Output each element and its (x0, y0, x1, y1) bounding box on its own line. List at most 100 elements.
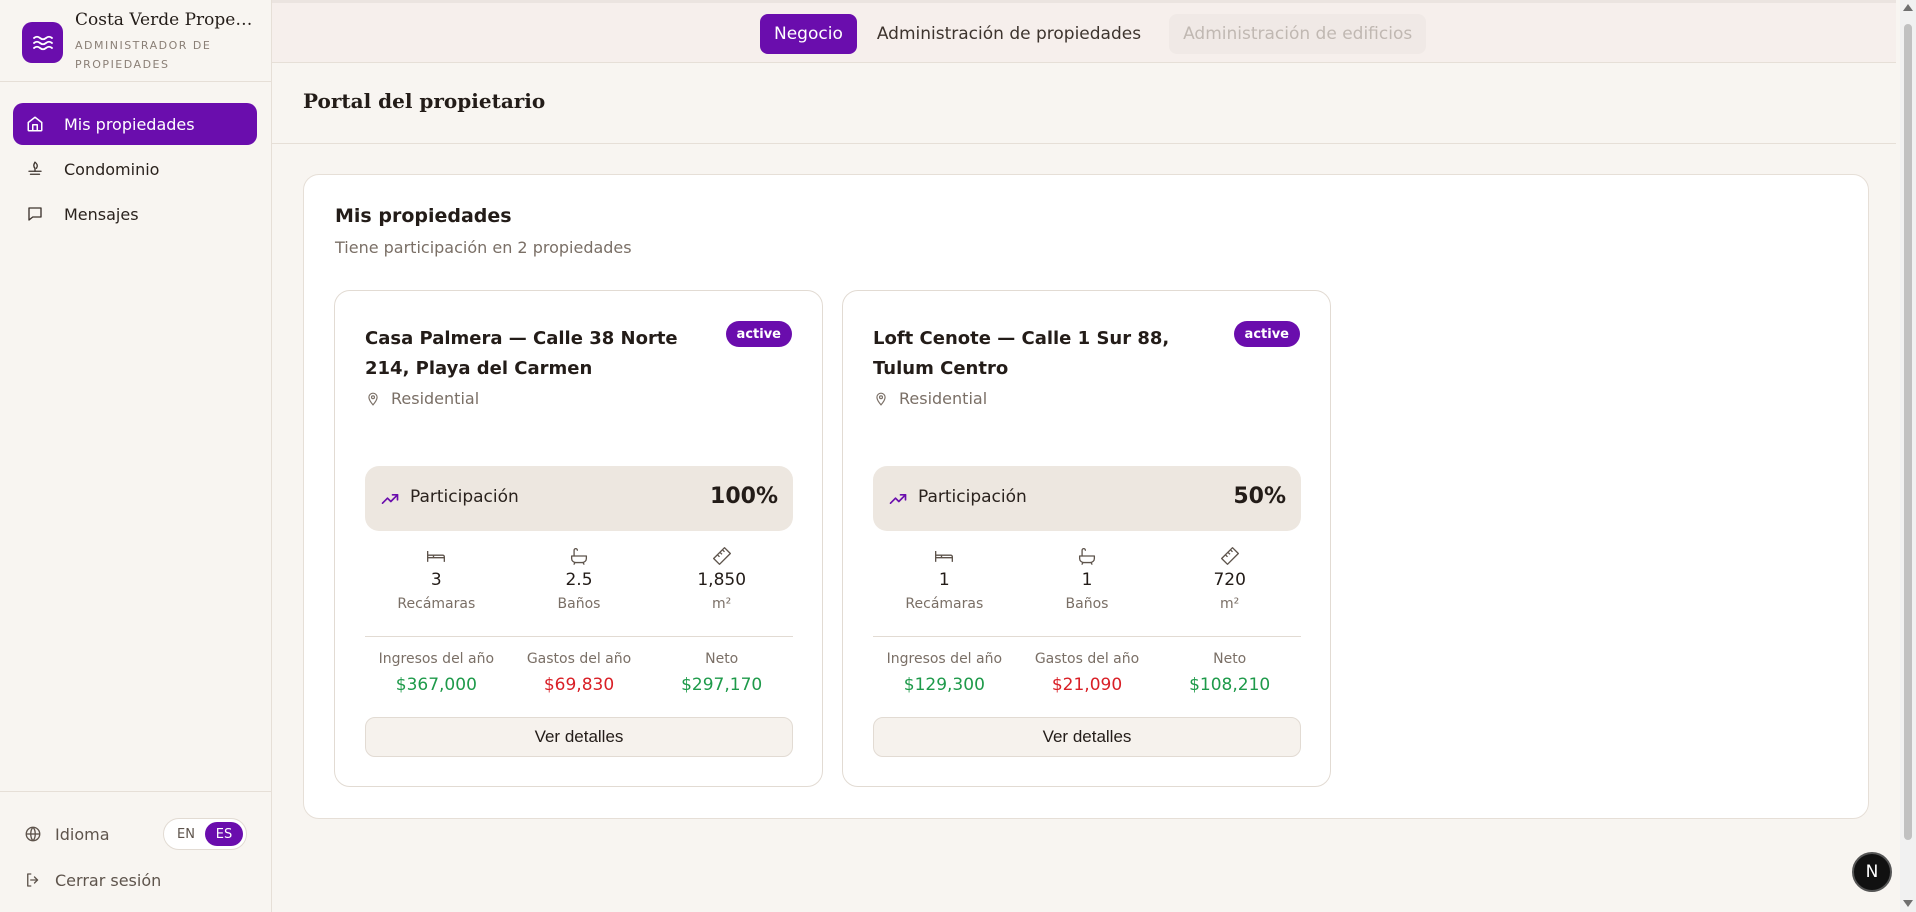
finance-expenses: Gastos del año $69,830 (508, 651, 651, 695)
tab-negocio[interactable]: Negocio (760, 14, 857, 54)
properties-panel: Mis propiedades Tiene participación en 2… (303, 174, 1869, 819)
sidebar-item-mensajes[interactable]: Mensajes (13, 193, 257, 235)
stat-bathrooms: 1 Baños (1016, 546, 1159, 616)
stat-value: 3 (430, 570, 442, 590)
stat-label: Recámaras (905, 596, 984, 612)
sidebar-item-condominio[interactable]: Condominio (13, 148, 257, 190)
finance-income: Ingresos del año $367,000 (365, 651, 508, 695)
ruler-icon (712, 546, 732, 566)
participation-box: Participación 50% (873, 466, 1301, 531)
stat-value: 2.5 (565, 570, 593, 590)
participation-box: Participación 100% (365, 466, 793, 531)
sidebar-item-label: Mensajes (64, 204, 139, 224)
finance-value: $367,000 (395, 675, 477, 695)
view-details-button[interactable]: Ver detalles (873, 717, 1301, 757)
stat-bedrooms: 1 Recámaras (873, 546, 1016, 616)
brand-header: Costa Verde Properties Administrador de … (0, 0, 271, 82)
sidebar-item-mis-propiedades[interactable]: Mis propiedades (13, 103, 257, 145)
home-icon (24, 113, 46, 135)
stat-label: Baños (557, 596, 601, 612)
trending-up-icon (888, 489, 908, 509)
language-label: Idioma (55, 824, 110, 844)
property-card: Loft Cenote — Calle 1 Sur 88, Tulum Cent… (842, 290, 1331, 787)
sidebar-nav: Mis propiedades Condominio Mensajes (13, 103, 257, 238)
globe-icon (22, 823, 44, 845)
panel-title: Mis propiedades (335, 205, 512, 227)
sidebar-item-label: Mis propiedades (64, 114, 195, 134)
scroll-thumb[interactable] (1904, 24, 1912, 840)
stat-value: 720 (1213, 570, 1246, 590)
finance-label: Ingresos del año (378, 651, 495, 667)
sidebar-item-label: Condominio (64, 159, 160, 179)
finance-label: Neto (705, 651, 739, 667)
finance-net: Neto $297,170 (650, 651, 793, 695)
page-title: Portal del propietario (303, 89, 546, 113)
participation-label: Participación (410, 487, 519, 507)
property-type-label: Residential (391, 389, 480, 408)
bath-icon (569, 546, 589, 566)
building-icon (24, 158, 46, 180)
sidebar-footer: Idioma EN ES Cerrar sesión (0, 791, 271, 912)
stat-value: 1 (1081, 570, 1093, 590)
map-pin-icon (873, 391, 889, 407)
stat-label: Baños (1065, 596, 1109, 612)
page-scrollbar[interactable] (1900, 0, 1916, 912)
language-toggle: EN ES (163, 818, 247, 850)
tab-administracion-edificios: Administración de edificios (1169, 14, 1427, 54)
property-type-label: Residential (899, 389, 988, 408)
language-option-en[interactable]: EN (167, 822, 205, 846)
bed-icon (934, 546, 954, 566)
participation-value: 100% (710, 484, 778, 509)
status-badge: active (1233, 321, 1300, 347)
status-badge: active (725, 321, 792, 347)
property-stats: 3 Recámaras 2.5 Baños 1,850 m² (365, 546, 793, 616)
stat-bathrooms: 2.5 Baños (508, 546, 651, 616)
finance-label: Neto (1213, 651, 1247, 667)
view-details-button[interactable]: Ver detalles (365, 717, 793, 757)
language-row: Idioma EN ES (22, 818, 254, 850)
panel-subtitle: Tiene participación en 2 propiedades (335, 238, 632, 257)
bed-icon (426, 546, 446, 566)
top-bar: Negocio Administración de propiedades Ad… (272, 0, 1896, 63)
finance-value: $129,300 (903, 675, 985, 695)
map-pin-icon (365, 391, 381, 407)
property-type: Residential (365, 389, 479, 408)
tab-administracion-propiedades[interactable]: Administración de propiedades (863, 14, 1155, 54)
logout-icon (22, 869, 44, 891)
participation-label: Participación (918, 487, 1027, 507)
stat-value: 1 (938, 570, 950, 590)
brand-name: Costa Verde Properties (75, 10, 255, 30)
finance-summary: Ingresos del año $367,000 Gastos del año… (365, 651, 793, 695)
finance-value: $108,210 (1189, 675, 1271, 695)
scroll-down-arrow-icon[interactable] (1903, 900, 1913, 907)
language-option-es[interactable]: ES (205, 822, 243, 846)
finance-net: Neto $108,210 (1158, 651, 1301, 695)
dev-tools-badge[interactable]: N (1852, 852, 1892, 892)
stat-value: 1,850 (697, 570, 747, 590)
property-title: Loft Cenote — Calle 1 Sur 88, Tulum Cent… (873, 328, 1170, 379)
divider (365, 636, 793, 637)
finance-label: Ingresos del año (886, 651, 1003, 667)
stat-area: 720 m² (1158, 546, 1301, 616)
context-tabs: Negocio Administración de propiedades Ad… (760, 13, 1432, 55)
page-header: Portal del propietario (272, 63, 1896, 144)
finance-value: $21,090 (1051, 675, 1123, 695)
stat-area: 1,850 m² (650, 546, 793, 616)
waves-icon (22, 22, 63, 63)
logout-button[interactable]: Cerrar sesión (22, 866, 161, 894)
scroll-up-arrow-icon[interactable] (1903, 4, 1913, 11)
stat-label: Recámaras (397, 596, 476, 612)
message-icon (24, 203, 46, 225)
property-type: Residential (873, 389, 987, 408)
finance-label: Gastos del año (1034, 651, 1140, 667)
finance-expenses: Gastos del año $21,090 (1016, 651, 1159, 695)
divider (873, 636, 1301, 637)
logout-label: Cerrar sesión (55, 870, 162, 890)
finance-income: Ingresos del año $129,300 (873, 651, 1016, 695)
brand-subtitle: Administrador de propiedades (75, 39, 212, 71)
bath-icon (1077, 546, 1097, 566)
stat-label: m² (1220, 596, 1240, 612)
finance-label: Gastos del año (526, 651, 632, 667)
sidebar: Costa Verde Properties Administrador de … (0, 0, 272, 912)
finance-value: $69,830 (543, 675, 615, 695)
